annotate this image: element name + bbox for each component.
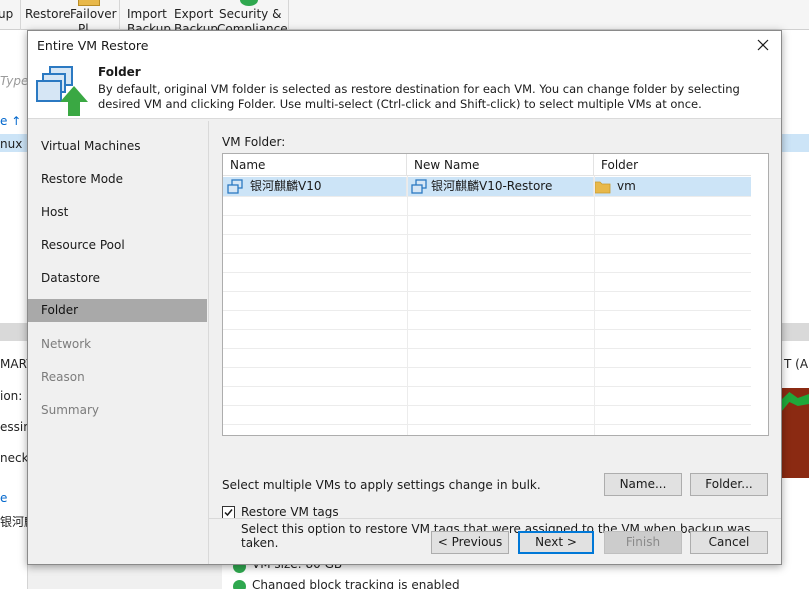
filter-all-label[interactable]: T (ALL (784, 357, 809, 371)
nav-item-folder[interactable]: Folder (28, 299, 207, 322)
previous-button[interactable]: < Previous (431, 531, 509, 554)
checkmark-icon (233, 580, 246, 589)
ribbon-failover-button[interactable]: Failover (70, 7, 117, 21)
left-selected-item[interactable]: nux (0, 137, 22, 151)
security-icon (240, 0, 258, 6)
grid-line (223, 272, 752, 273)
column-header-name[interactable]: Name (223, 154, 407, 176)
grid-line (223, 291, 752, 292)
right-pane (781, 30, 809, 589)
failover-icon (78, 0, 100, 6)
ribbon-separator (20, 0, 21, 30)
wizard-nav: Virtual Machines Restore Mode Host Resou… (28, 121, 208, 564)
table-row[interactable]: 银河麒麟V10 银河麒麟V10-Restore vm (223, 177, 752, 196)
left-link[interactable]: e (0, 491, 7, 505)
dialog-footer: < Previous Next > Finish Cancel (208, 518, 781, 564)
grid-line (223, 367, 752, 368)
step-title: Folder (98, 65, 141, 79)
table-scrollbar[interactable] (751, 154, 768, 435)
vm-folder: vm (617, 179, 636, 193)
step-content: VM Folder: Name New Name Folder 银河麒麟V10 (208, 121, 781, 550)
vm-icon (411, 178, 427, 194)
nav-item-datastore[interactable]: Datastore (28, 267, 207, 290)
step-description: By default, original VM folder is select… (98, 82, 740, 111)
entire-vm-restore-dialog: Entire VM Restore Folder By default, ori… (27, 30, 782, 565)
grid-line (223, 329, 752, 330)
name-button[interactable]: Name... (604, 473, 682, 496)
vm-name: 银河麒麟V10 (250, 179, 322, 193)
nav-up-link[interactable]: e ↑ (0, 114, 21, 128)
nav-item-resource-pool[interactable]: Resource Pool (28, 234, 207, 257)
dialog-header: Folder By default, original VM folder is… (28, 59, 781, 119)
column-header-folder[interactable]: Folder (594, 154, 752, 176)
dialog-titlebar[interactable]: Entire VM Restore (28, 31, 781, 59)
ribbon-export-button[interactable]: Export (174, 7, 213, 21)
ribbon-security-button[interactable]: Security & (219, 7, 281, 21)
vm-new-name: 银河麒麟V10-Restore (431, 179, 553, 193)
bottom-details: VM size: 80 GB Changed block tracking is… (222, 557, 781, 589)
right-pane-selection (781, 134, 809, 152)
nav-item-restore-mode[interactable]: Restore Mode (28, 168, 207, 191)
ribbon-restore-button[interactable]: Restore (25, 7, 71, 21)
folder-icon (594, 181, 611, 193)
nav-item-host[interactable]: Host (28, 201, 207, 224)
grid-line (223, 386, 752, 387)
cancel-button[interactable]: Cancel (690, 531, 768, 554)
ribbon-import-button[interactable]: Import (127, 7, 167, 21)
ribbon-separator (119, 0, 120, 30)
grid-line (223, 424, 752, 425)
vm-icon (227, 178, 243, 194)
checkmark-icon (224, 509, 233, 517)
grid-line (223, 348, 752, 349)
nav-item-virtual-machines[interactable]: Virtual Machines (28, 135, 207, 158)
nav-item-reason: Reason (41, 370, 85, 384)
table-header: Name New Name Folder (223, 154, 752, 176)
restore-vm-tags-label[interactable]: Restore VM tags (241, 505, 339, 519)
close-button[interactable] (751, 34, 775, 56)
vm-folder-table[interactable]: Name New Name Folder 银河麒麟V10 银河麒麟V10-Res… (222, 153, 769, 436)
vm-folder-label: VM Folder: (222, 135, 286, 149)
grid-line (223, 253, 752, 254)
grid-column-line (594, 176, 595, 435)
nav-item-summary: Summary (41, 403, 99, 417)
finish-button: Finish (604, 531, 682, 554)
left-row: neck (0, 451, 29, 465)
ribbon: up Restore Failover Pl Import Backup Exp… (0, 0, 809, 36)
next-button[interactable]: Next > (518, 531, 594, 554)
nav-item-network: Network (41, 337, 92, 351)
close-icon (757, 39, 769, 51)
restore-folder-icon (36, 66, 88, 116)
folder-button[interactable]: Folder... (690, 473, 768, 496)
grid-line (223, 196, 752, 197)
grid-line (223, 405, 752, 406)
ribbon-separator (288, 0, 289, 30)
cbt-text: Changed block tracking is enabled (252, 578, 460, 589)
grid-line (223, 310, 752, 311)
cell-folder: vm (594, 177, 752, 196)
cell-new-name: 银河麒麟V10-Restore (407, 177, 594, 196)
cell-name: 银河麒麟V10 (223, 177, 407, 196)
search-input-placeholder[interactable]: Type (0, 74, 28, 88)
grid-line (223, 215, 752, 216)
grid-line (223, 234, 752, 235)
dialog-title: Entire VM Restore (37, 38, 149, 53)
bulk-hint: Select multiple VMs to apply settings ch… (222, 478, 541, 492)
grid-column-line (407, 176, 408, 435)
column-header-new-name[interactable]: New Name (407, 154, 594, 176)
ribbon-partial-button[interactable]: up (0, 7, 13, 21)
left-row: ion: (0, 389, 23, 403)
